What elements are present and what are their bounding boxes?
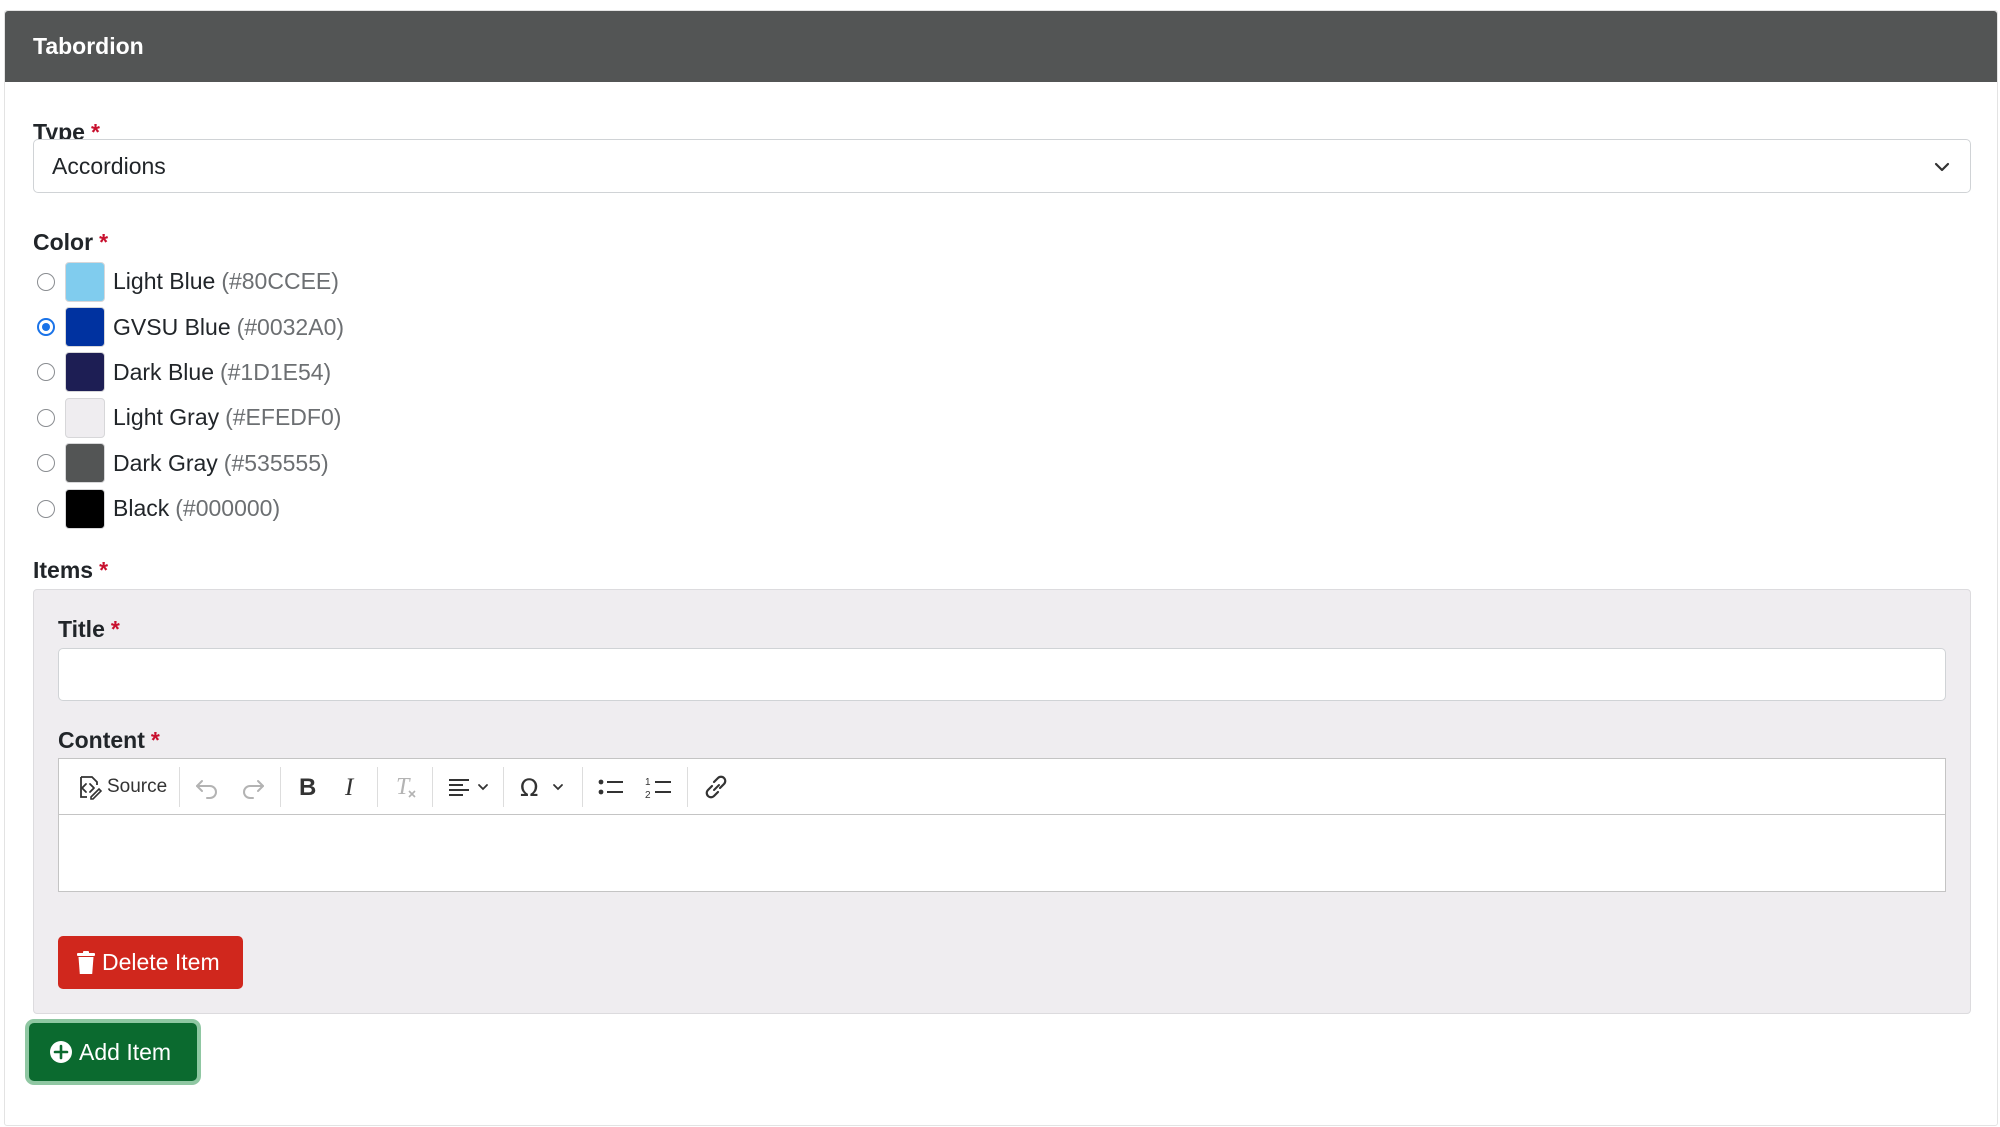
color-option-dark-gray[interactable]: Dark Gray (#535555) bbox=[33, 441, 344, 486]
svg-text:I: I bbox=[344, 774, 355, 801]
numbered-list-icon: 1 2 bbox=[645, 777, 672, 801]
radio-light-blue[interactable] bbox=[37, 272, 55, 291]
link-icon bbox=[705, 775, 727, 798]
color-hex: (#535555) bbox=[223, 449, 329, 476]
color-label-text: Color bbox=[33, 229, 94, 255]
svg-text:B: B bbox=[299, 774, 316, 801]
title-label-text: Title bbox=[58, 616, 105, 642]
swatch-black bbox=[65, 488, 105, 529]
toolbar-separator bbox=[687, 766, 689, 807]
required-marker: * bbox=[110, 616, 120, 642]
link-button[interactable] bbox=[692, 767, 740, 807]
numbered-list-button[interactable]: 1 2 bbox=[635, 767, 683, 807]
color-name: Black bbox=[113, 495, 170, 522]
color-name: Light Gray bbox=[113, 404, 220, 431]
delete-item-label: Delete Item bbox=[102, 949, 220, 975]
content-label-text: Content bbox=[58, 727, 145, 753]
plus-circle-icon bbox=[50, 1041, 72, 1063]
type-select-value: Accordions bbox=[52, 152, 166, 179]
color-radio-group: Light Blue (#80CCEE) GVSU Blue (#0032A0)… bbox=[33, 259, 344, 531]
swatch-light-gray bbox=[65, 397, 105, 438]
panel-header: Tabordion bbox=[5, 11, 1997, 82]
title-input[interactable] bbox=[58, 648, 1946, 701]
italic-icon: I bbox=[344, 774, 355, 801]
redo-icon bbox=[243, 779, 265, 799]
special-characters-dropdown[interactable]: Ω bbox=[508, 767, 578, 807]
color-option-light-gray[interactable]: Light Gray (#EFEDF0) bbox=[33, 395, 344, 440]
align-icon bbox=[449, 778, 489, 796]
svg-text:2: 2 bbox=[645, 790, 651, 801]
toolbar-separator bbox=[503, 766, 505, 807]
bold-button[interactable]: B bbox=[285, 767, 329, 807]
swatch-dark-gray bbox=[65, 443, 105, 484]
source-icon bbox=[80, 775, 103, 800]
source-button[interactable]: Source bbox=[67, 767, 175, 807]
items-label: Items * bbox=[33, 557, 108, 584]
align-dropdown[interactable] bbox=[437, 767, 499, 807]
radio-dark-blue[interactable] bbox=[37, 363, 55, 382]
content-label: Content * bbox=[58, 727, 160, 754]
remove-format-button[interactable]: T bbox=[382, 767, 428, 807]
italic-button[interactable]: I bbox=[329, 767, 373, 807]
color-hex: (#0032A0) bbox=[236, 313, 345, 340]
item-card: Title * Content * Source B I T Ω 1 2 Del… bbox=[33, 589, 1971, 1014]
color-option-dark-blue[interactable]: Dark Blue (#1D1E54) bbox=[33, 350, 344, 395]
toolbar-separator bbox=[280, 766, 282, 807]
special-char-icon: Ω bbox=[520, 774, 564, 801]
swatch-gvsu-blue bbox=[65, 307, 105, 348]
color-hex: (#1D1E54) bbox=[219, 358, 332, 385]
source-label: Source bbox=[107, 775, 168, 797]
panel-title: Tabordion bbox=[33, 33, 144, 59]
required-marker: * bbox=[99, 229, 109, 255]
radio-black[interactable] bbox=[37, 499, 55, 518]
toolbar-separator bbox=[432, 766, 434, 807]
delete-item-button[interactable]: Delete Item bbox=[58, 936, 243, 989]
color-option-gvsu-blue[interactable]: GVSU Blue (#0032A0) bbox=[33, 304, 344, 349]
toolbar-separator bbox=[377, 766, 379, 807]
type-select[interactable]: Accordions bbox=[33, 139, 1971, 193]
remove-format-icon: T bbox=[396, 774, 416, 800]
color-name: GVSU Blue bbox=[113, 313, 231, 340]
redo-button[interactable] bbox=[230, 767, 276, 807]
editor-content-area[interactable] bbox=[59, 815, 1945, 891]
bulleted-list-button[interactable] bbox=[587, 767, 635, 807]
svg-text:T: T bbox=[396, 774, 411, 800]
radio-dark-gray[interactable] bbox=[37, 454, 55, 473]
toolbar-separator bbox=[179, 766, 181, 807]
color-hex: (#80CCEE) bbox=[221, 268, 339, 295]
svg-text:Ω: Ω bbox=[520, 774, 538, 801]
required-marker: * bbox=[99, 557, 109, 583]
required-marker: * bbox=[150, 727, 160, 753]
color-name: Dark Blue bbox=[113, 358, 214, 385]
items-label-text: Items bbox=[33, 557, 94, 583]
bulleted-list-icon bbox=[598, 779, 624, 794]
editor-toolbar: Source B I T Ω 1 2 bbox=[59, 759, 1945, 815]
color-name: Dark Gray bbox=[113, 449, 218, 476]
color-option-light-blue[interactable]: Light Blue (#80CCEE) bbox=[33, 259, 344, 304]
color-hex: (#000000) bbox=[175, 495, 281, 522]
toolbar-separator bbox=[582, 766, 584, 807]
title-label: Title * bbox=[58, 616, 120, 643]
chevron-down-icon bbox=[1934, 162, 1950, 172]
color-hex: (#EFEDF0) bbox=[225, 404, 342, 431]
bold-icon: B bbox=[299, 774, 316, 801]
add-item-label: Add Item bbox=[79, 1038, 172, 1065]
color-option-black[interactable]: Black (#000000) bbox=[33, 486, 344, 531]
swatch-light-blue bbox=[65, 261, 105, 302]
rich-text-editor: Source B I T Ω 1 2 bbox=[58, 758, 1946, 892]
undo-icon bbox=[196, 779, 218, 799]
radio-gvsu-blue[interactable] bbox=[37, 318, 55, 337]
radio-light-gray[interactable] bbox=[37, 408, 55, 427]
color-name: Light Blue bbox=[113, 268, 216, 295]
add-item-button[interactable]: Add Item bbox=[29, 1023, 197, 1081]
undo-button[interactable] bbox=[184, 767, 230, 807]
color-label: Color * bbox=[33, 229, 108, 256]
swatch-dark-blue bbox=[65, 352, 105, 393]
tabordion-panel: Tabordion Type * Accordions Color * Light … bbox=[4, 10, 1998, 1126]
trash-icon bbox=[77, 950, 95, 974]
svg-text:1: 1 bbox=[645, 777, 651, 788]
